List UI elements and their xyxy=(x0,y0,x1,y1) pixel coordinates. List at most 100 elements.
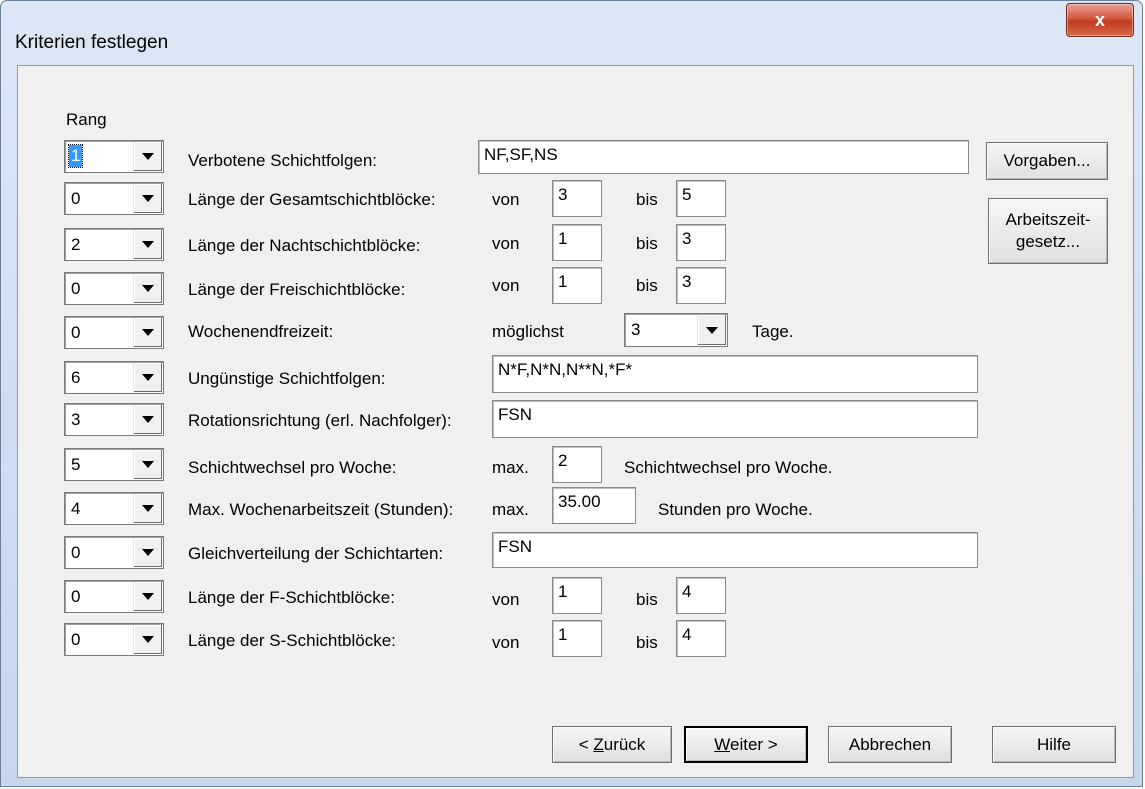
criterion-label: Länge der Nachtschichtblöcke: xyxy=(188,236,421,255)
rank-value: 0 xyxy=(71,279,81,298)
to-label: bis xyxy=(636,234,658,253)
defaults-button[interactable]: Vorgaben... xyxy=(986,142,1108,180)
criterion-label: Wochenendfreizeit: xyxy=(188,322,334,341)
cancel-button-label: Abbrechen xyxy=(848,734,932,754)
window-title: Kriterien festlegen xyxy=(15,32,169,53)
rank-select-rotationsrichtung[interactable]: 3 xyxy=(64,403,164,436)
back-mnemonic: Z xyxy=(593,734,604,754)
back-button[interactable]: < Zurück xyxy=(552,726,672,763)
from-label: von xyxy=(492,633,520,652)
to-label: bis xyxy=(636,633,658,652)
chevron-down-icon[interactable] xyxy=(133,142,162,171)
chevron-down-icon[interactable] xyxy=(133,494,162,523)
chevron-down-icon[interactable] xyxy=(133,582,162,611)
rank-select-verbotene-schichtfolgen[interactable]: 1 xyxy=(64,140,164,173)
rank-value: 0 xyxy=(71,587,81,606)
from-label: von xyxy=(492,590,520,609)
chevron-down-icon[interactable] xyxy=(133,363,162,392)
chevron-down-icon[interactable] xyxy=(133,230,162,259)
rank-select-wochenendfreizeit[interactable]: 0 xyxy=(64,316,164,349)
to-label: bis xyxy=(636,276,658,295)
max-length-input[interactable]: 3 xyxy=(676,267,726,304)
from-label: von xyxy=(492,276,520,295)
max-weekly-hours-input[interactable]: 35.00 xyxy=(552,487,636,524)
prefix-label: max. xyxy=(492,458,529,477)
from-label: von xyxy=(492,234,520,253)
criterion-label: Rotationsrichtung (erl. Nachfolger): xyxy=(188,411,452,430)
from-label: von xyxy=(492,190,520,209)
prefix-label: möglichst xyxy=(492,322,564,341)
criterion-label: Ungünstige Schichtfolgen: xyxy=(188,369,386,388)
criterion-label: Länge der Freischichtblöcke: xyxy=(188,280,406,299)
min-length-input[interactable]: 1 xyxy=(552,267,602,304)
suffix-label: Stunden pro Woche. xyxy=(658,500,813,519)
next-mnemonic: W xyxy=(714,734,730,754)
min-length-input[interactable]: 1 xyxy=(552,224,602,261)
rank-select-nachtschichtbloecke[interactable]: 2 xyxy=(64,228,164,261)
criterion-label: Länge der S-Schichtblöcke: xyxy=(188,631,396,650)
chevron-down-icon[interactable] xyxy=(133,450,162,479)
weekend-days-select[interactable]: 3 xyxy=(624,313,728,347)
title-bar: Kriterien festlegen x xyxy=(1,1,1142,65)
chevron-down-icon[interactable] xyxy=(133,405,162,434)
dialog-body: Rang 1 Verbotene Schichtfolgen: NF,SF,NS… xyxy=(17,65,1134,778)
max-length-input[interactable]: 3 xyxy=(676,224,726,261)
criterion-label: Gleichverteilung der Schichtarten: xyxy=(188,544,444,563)
rotationsrichtung-input[interactable]: FSN xyxy=(492,400,978,438)
defaults-button-label: Vorgaben... xyxy=(1003,151,1091,170)
rank-value: 4 xyxy=(71,499,81,518)
to-label: bis xyxy=(636,190,658,209)
rank-value: 0 xyxy=(71,543,81,562)
criterion-label: Länge der Gesamtschichtblöcke: xyxy=(188,190,436,209)
rank-select-schichtwechsel[interactable]: 5 xyxy=(64,448,164,481)
working-time-law-label-line1: Arbeitszeit- xyxy=(1005,210,1091,229)
rank-select-s-schichtbloecke[interactable]: 0 xyxy=(64,623,164,656)
criterion-label: Max. Wochenarbeitszeit (Stunden): xyxy=(188,500,454,519)
working-time-law-button[interactable]: Arbeitszeit- gesetz... xyxy=(988,198,1108,264)
rank-select-gesamtschichtbloecke[interactable]: 0 xyxy=(64,182,164,215)
verbotene-schichtfolgen-input[interactable]: NF,SF,NS xyxy=(478,140,969,174)
rank-select-gleichverteilung[interactable]: 0 xyxy=(64,536,164,569)
chevron-down-icon[interactable] xyxy=(133,318,162,347)
gleichverteilung-input[interactable]: FSN xyxy=(492,532,978,568)
chevron-down-icon[interactable] xyxy=(133,625,162,654)
working-time-law-label-line2: gesetz... xyxy=(1015,232,1081,251)
next-label-rest: eiter > xyxy=(730,734,778,754)
criterion-label: Verbotene Schichtfolgen: xyxy=(188,151,378,170)
rank-value: 1 xyxy=(67,144,84,168)
rank-select-f-schichtbloecke[interactable]: 0 xyxy=(64,580,164,613)
max-length-input[interactable]: 4 xyxy=(676,577,726,614)
max-length-input[interactable]: 5 xyxy=(676,180,726,217)
rang-header: Rang xyxy=(66,110,107,129)
rank-value: 6 xyxy=(71,368,81,387)
next-button[interactable]: Weiter > xyxy=(684,726,808,763)
rank-select-unguenstige-schichtfolgen[interactable]: 6 xyxy=(64,361,164,394)
cancel-button[interactable]: Abbrechen xyxy=(828,726,952,763)
help-button[interactable]: Hilfe xyxy=(992,726,1116,763)
rank-select-wochenarbeitszeit[interactable]: 4 xyxy=(64,492,164,525)
rank-value: 5 xyxy=(71,455,81,474)
back-arrow: < xyxy=(578,734,594,754)
max-shift-changes-input[interactable]: 2 xyxy=(552,446,602,483)
chevron-down-icon[interactable] xyxy=(133,274,162,303)
help-button-label: Hilfe xyxy=(1036,734,1071,754)
close-icon: x xyxy=(1094,9,1105,30)
unguenstige-schichtfolgen-input[interactable]: N*F,N*N,N**N,*F* xyxy=(492,355,978,393)
back-label-rest: urück xyxy=(603,734,646,754)
criterion-label: Schichtwechsel pro Woche: xyxy=(188,458,397,477)
min-length-input[interactable]: 1 xyxy=(552,620,602,657)
weekend-days-value: 3 xyxy=(631,320,641,339)
min-length-input[interactable]: 1 xyxy=(552,577,602,614)
to-label: bis xyxy=(636,590,658,609)
chevron-down-icon[interactable] xyxy=(133,184,162,213)
chevron-down-icon[interactable] xyxy=(133,538,162,567)
close-button[interactable]: x xyxy=(1066,3,1134,37)
rank-value: 0 xyxy=(71,630,81,649)
rank-select-freischichtbloecke[interactable]: 0 xyxy=(64,272,164,305)
chevron-down-icon[interactable] xyxy=(697,315,726,345)
min-length-input[interactable]: 3 xyxy=(552,180,602,217)
criterion-label: Länge der F-Schichtblöcke: xyxy=(188,588,395,607)
dialog-window: Kriterien festlegen x Rang 1 Verbotene S… xyxy=(0,0,1143,787)
rank-value: 0 xyxy=(71,323,81,342)
max-length-input[interactable]: 4 xyxy=(676,620,726,657)
